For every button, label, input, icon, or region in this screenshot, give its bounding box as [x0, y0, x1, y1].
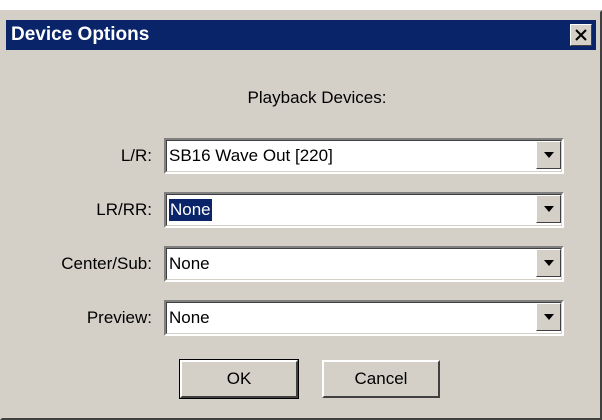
cancel-button[interactable]: Cancel — [322, 360, 440, 398]
chevron-down-icon — [544, 152, 554, 158]
center-sub-combobox-value: None — [169, 254, 210, 273]
title-bar[interactable]: Device Options — [6, 20, 596, 50]
preview-dropdown-button[interactable] — [536, 303, 561, 331]
lrrr-combobox[interactable]: None — [164, 192, 564, 228]
playback-devices-heading: Playback Devices: — [247, 88, 387, 107]
center-sub-dropdown-button[interactable] — [536, 249, 561, 277]
device-options-dialog: Device Options Playback Devices: L/R: SB… — [0, 10, 602, 420]
center-sub-combobox[interactable]: None — [164, 246, 564, 282]
window-title: Device Options — [11, 24, 150, 45]
lrrr-dropdown-button[interactable] — [536, 195, 561, 223]
lr-combobox[interactable]: SB16 Wave Out [220] — [164, 138, 564, 174]
chevron-down-icon — [544, 206, 554, 212]
chevron-down-icon — [544, 314, 554, 320]
lr-combobox-value: SB16 Wave Out [220] — [169, 146, 333, 165]
preview-label: Preview: — [86, 308, 152, 327]
lrrr-combobox-value: None — [169, 199, 212, 221]
lr-label: L/R: — [120, 146, 152, 165]
preview-combobox[interactable]: None — [164, 300, 564, 336]
close-icon — [575, 29, 587, 41]
lrrr-label: LR/RR: — [96, 200, 152, 219]
chevron-down-icon — [544, 260, 554, 266]
preview-combobox-value: None — [169, 308, 210, 327]
ok-button[interactable]: OK — [179, 359, 299, 399]
close-button[interactable] — [570, 24, 592, 46]
center-sub-label: Center/Sub: — [61, 254, 152, 273]
lr-dropdown-button[interactable] — [536, 141, 561, 169]
